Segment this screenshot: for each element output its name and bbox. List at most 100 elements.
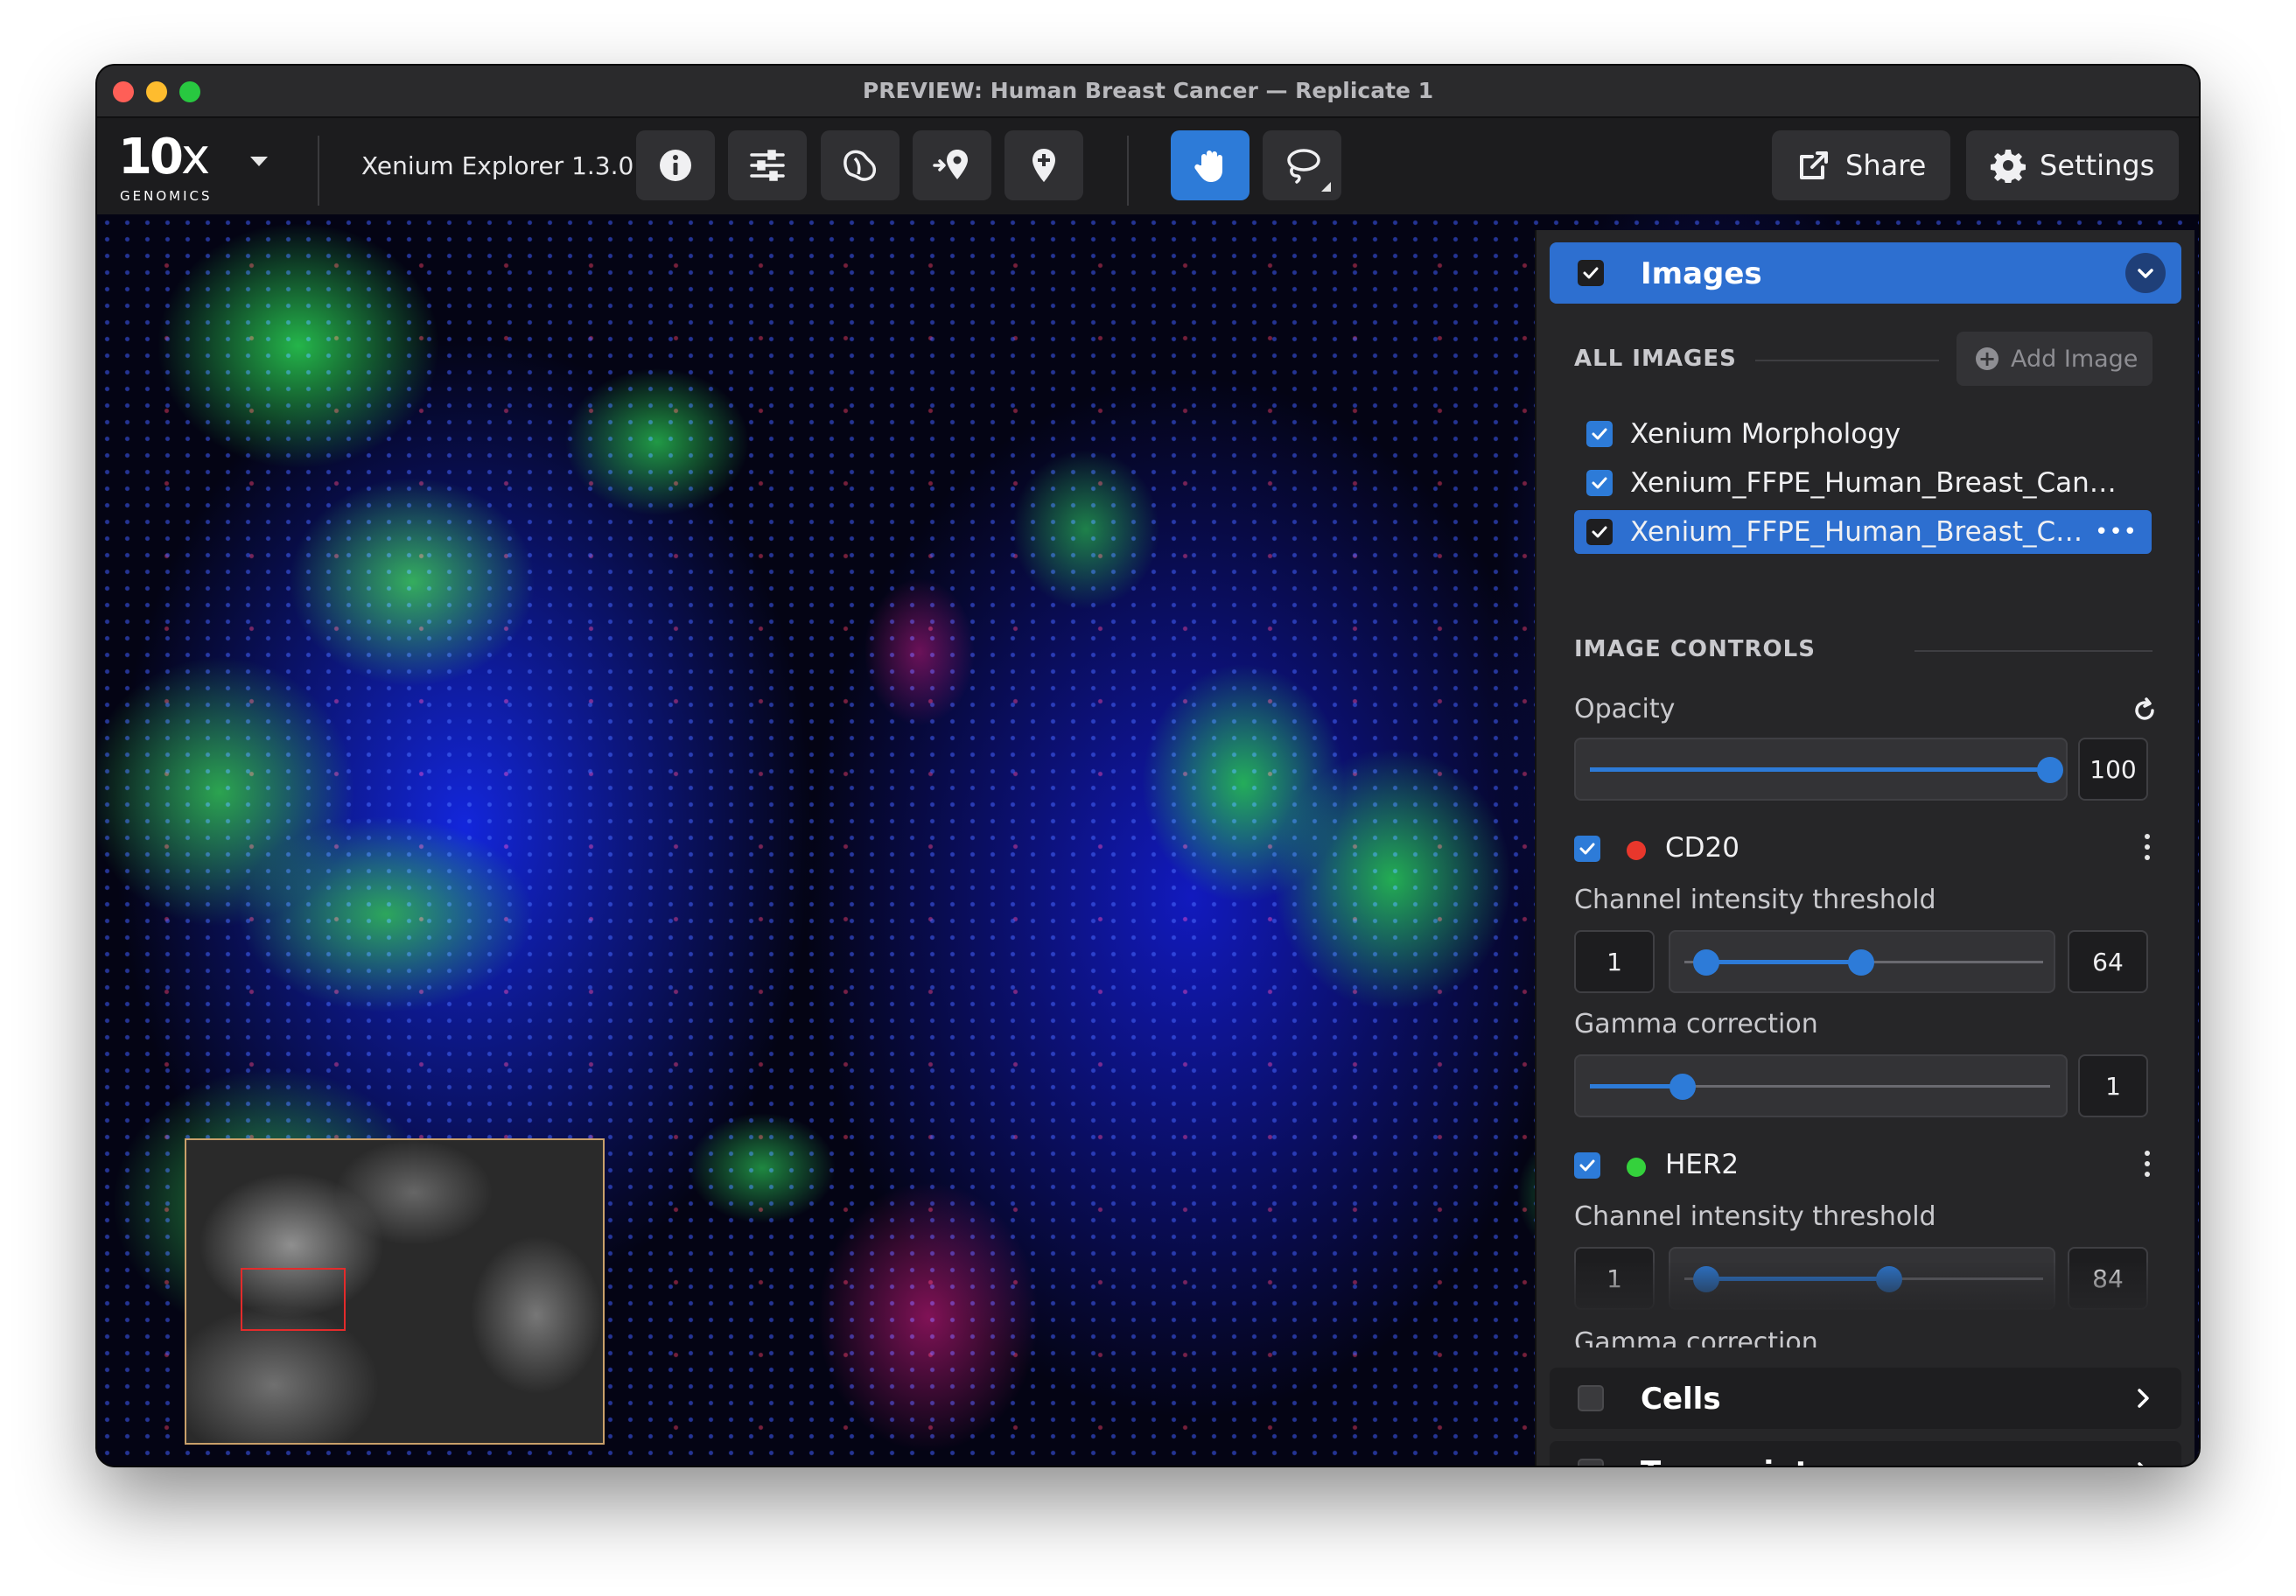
image-list-item[interactable]: Xenium Morphology — [1574, 412, 2152, 456]
gamma-slider[interactable] — [1574, 1054, 2068, 1117]
add-image-button[interactable]: + Add Image — [1956, 332, 2152, 386]
slider-handle[interactable] — [2037, 757, 2063, 783]
channel-row-her2[interactable]: HER2 — [1574, 1149, 2169, 1184]
slider-fill — [1705, 960, 1861, 964]
threshold-label: Channel intensity threshold — [1574, 1201, 1936, 1232]
images-section-header[interactable]: Images — [1550, 242, 2181, 304]
all-images-label: ALL IMAGES — [1574, 346, 1737, 372]
gamma-label: Gamma correction — [1574, 1327, 1818, 1358]
lasso-icon — [1287, 149, 1320, 184]
threshold-range-slider[interactable] — [1669, 930, 2055, 993]
opacity-label: Opacity — [1574, 694, 1676, 724]
threshold-min-input[interactable]: 1 — [1574, 930, 1655, 993]
images-section-title: Images — [1641, 256, 1762, 291]
chevron-right-icon[interactable] — [2134, 1385, 2153, 1411]
cells-section-header[interactable]: Cells — [1550, 1368, 2181, 1429]
more-options-icon[interactable]: ••• — [2095, 519, 2138, 545]
image-adjust-button[interactable] — [728, 130, 807, 200]
channel-color-dot[interactable] — [1627, 841, 1646, 860]
image-checkbox[interactable] — [1586, 470, 1613, 496]
share-icon — [1800, 151, 1828, 179]
checkmark-icon — [1579, 843, 1595, 855]
image-name: Xenium_FFPE_Human_Breast_Cancer_R... — [1630, 467, 2120, 499]
collapse-section-button[interactable] — [2125, 253, 2166, 293]
channel-row-cd20[interactable]: CD20 — [1574, 832, 2169, 867]
viewport-indicator[interactable] — [241, 1268, 346, 1331]
slider-handle[interactable] — [1670, 1074, 1696, 1100]
pan-hand-icon — [1194, 150, 1222, 182]
settings-button[interactable]: Settings — [1966, 130, 2180, 200]
checkmark-icon — [1579, 1159, 1595, 1172]
image-checkbox[interactable] — [1586, 519, 1613, 545]
lasso-tool-button[interactable] — [1263, 130, 1341, 200]
scroll-fade — [1536, 1263, 2194, 1315]
channel-color-dot[interactable] — [1627, 1158, 1646, 1177]
checkmark-icon — [1592, 477, 1607, 489]
app-window: PREVIEW: Human Breast Cancer — Replicate… — [97, 66, 2199, 1466]
title-bar: PREVIEW: Human Breast Cancer — Replicate… — [97, 66, 2199, 118]
threshold-label: Channel intensity threshold — [1574, 885, 1936, 915]
tool-options-indicator — [1321, 182, 1331, 192]
plus-icon: + — [1976, 347, 1998, 370]
10x-genomics-logo[interactable]: 10x GENOMICS — [118, 129, 223, 207]
divider — [1914, 650, 2152, 652]
checkmark-icon — [1592, 526, 1607, 538]
window-title: PREVIEW: Human Breast Cancer — Replicate… — [862, 78, 1434, 103]
kebab-menu-icon[interactable] — [2143, 832, 2152, 862]
channel-name: HER2 — [1665, 1149, 1740, 1180]
info-button[interactable] — [636, 130, 715, 200]
cell-selection-icon — [844, 150, 877, 181]
gear-icon — [1991, 150, 2026, 183]
share-label: Share — [1845, 149, 1927, 182]
image-name: Xenium_FFPE_Human_Breast_Cance... — [1630, 516, 2085, 548]
chevron-down-icon[interactable] — [250, 157, 268, 166]
images-checkbox[interactable] — [1578, 260, 1604, 286]
pan-tool-button[interactable] — [1171, 130, 1250, 200]
chevron-down-icon — [2138, 269, 2153, 278]
logo-x: x — [180, 129, 210, 186]
transcripts-checkbox[interactable] — [1578, 1459, 1604, 1466]
image-checkbox[interactable] — [1586, 421, 1613, 447]
transcripts-section-title: Transcripts — [1641, 1455, 1827, 1466]
logo-subtitle: GENOMICS — [120, 188, 213, 204]
reset-icon[interactable] — [2132, 697, 2158, 724]
transcripts-section-header[interactable]: Transcripts — [1550, 1441, 2181, 1466]
image-list-item-selected[interactable]: Xenium_FFPE_Human_Breast_Cance... ••• — [1574, 510, 2152, 554]
channel-checkbox[interactable] — [1574, 836, 1600, 862]
opacity-slider[interactable] — [1574, 738, 2068, 801]
channel-name: CD20 — [1665, 832, 1740, 864]
add-pin-button[interactable] — [1004, 130, 1083, 200]
overview-minimap[interactable] — [185, 1138, 605, 1445]
opacity-value[interactable]: 100 — [2078, 738, 2148, 801]
threshold-max-input[interactable]: 64 — [2068, 930, 2148, 993]
kebab-menu-icon[interactable] — [2143, 1149, 2152, 1179]
divider — [1755, 360, 1939, 361]
add-pin-icon — [1032, 149, 1055, 182]
settings-label: Settings — [2040, 149, 2155, 182]
checkmark-icon — [1583, 267, 1599, 279]
add-image-label: Add Image — [2011, 345, 2138, 373]
share-button[interactable]: Share — [1772, 130, 1951, 200]
app-version: Xenium Explorer 1.3.0 — [361, 151, 634, 180]
gamma-label: Gamma correction — [1574, 1009, 1818, 1040]
image-list-item[interactable]: Xenium_FFPE_Human_Breast_Cancer_R... — [1574, 461, 2152, 505]
logo-text: 10 — [118, 129, 184, 186]
slider-fill — [1590, 767, 2050, 772]
cells-checkbox[interactable] — [1578, 1385, 1604, 1411]
gamma-value[interactable]: 1 — [2078, 1054, 2148, 1117]
channel-checkbox[interactable] — [1574, 1152, 1600, 1179]
chevron-right-icon[interactable] — [2134, 1459, 2153, 1466]
toolbar-divider — [1127, 136, 1129, 206]
slider-handle-low[interactable] — [1693, 949, 1719, 976]
layers-panel: Images ALL IMAGES + Add Image Xenium Mor… — [1535, 230, 2194, 1466]
image-controls-label: IMAGE CONTROLS — [1574, 636, 1816, 662]
toolbar-divider — [318, 136, 319, 206]
cell-selection-button[interactable] — [821, 130, 900, 200]
toolbar: 10x GENOMICS Xenium Explorer 1.3.0 Share… — [97, 118, 2199, 214]
image-name: Xenium Morphology — [1630, 418, 1901, 450]
checkmark-icon — [1592, 428, 1607, 440]
slider-handle-high[interactable] — [1848, 949, 1874, 976]
sliders-icon — [750, 150, 785, 181]
go-to-location-button[interactable] — [913, 130, 991, 200]
info-icon — [660, 150, 691, 181]
